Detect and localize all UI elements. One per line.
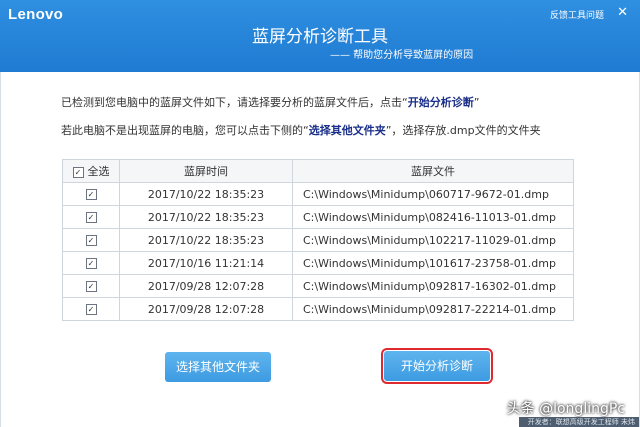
bsod-file: C:\Windows\Minidump\082416-11013-01.dmp [292,205,574,229]
table-row[interactable]: ✓ 2017/10/22 18:35:23 C:\Windows\Minidum… [62,205,574,229]
table-row[interactable]: ✓ 2017/10/22 18:35:23 C:\Windows\Minidum… [62,182,574,206]
row-checkbox[interactable]: ✓ [85,304,97,315]
table-row[interactable]: ✓ 2017/10/16 11:21:14 C:\Windows\Minidum… [62,251,574,275]
bsod-file: C:\Windows\Minidump\092817-16302-01.dmp [292,274,574,298]
row-checkbox-cell[interactable]: ✓ [62,182,120,206]
select-all-cell[interactable]: ✓ 全选 [62,159,120,183]
other-folder-hint: 选择其他文件夹 [308,124,386,137]
table-row[interactable]: ✓ 2017/09/28 12:07:28 C:\Windows\Minidum… [62,297,574,321]
bsod-file: C:\Windows\Minidump\060717-9672-01.dmp [292,182,574,206]
row-checkbox[interactable]: ✓ [85,189,97,200]
row-checkbox[interactable]: ✓ [85,281,97,292]
bsod-time: 2017/10/22 18:35:23 [119,228,293,252]
column-header-file: 蓝屏文件 [292,159,574,183]
start-analysis-hint: 开始分析诊断 [407,96,474,109]
select-other-folder-button[interactable]: 选择其他文件夹 [165,352,271,382]
bsod-file: C:\Windows\Minidump\092817-22214-01.dmp [292,297,574,321]
row-checkbox-cell[interactable]: ✓ [62,297,120,321]
select-all-label: 全选 [87,165,110,178]
bsod-time: 2017/09/28 12:07:28 [119,274,293,298]
developer-credit: 开发者：联想高级开发工程师 未炜 [527,418,635,426]
bsod-time: 2017/10/22 18:35:23 [119,182,293,206]
close-icon[interactable]: ✕ [617,5,628,20]
row-checkbox[interactable]: ✓ [85,235,97,246]
row-checkbox[interactable]: ✓ [85,212,97,223]
title-bar: Lenovo 反馈工具问题 ✕ 蓝屏分析诊断工具 —— 帮助您分析导致蓝屏的原因 [0,0,640,72]
instruction-line-1: 已检测到您电脑中的蓝屏文件如下，请选择要分析的蓝屏文件后，点击“开始分析诊断” [61,96,480,109]
instruction-line-2: 若此电脑不是出现蓝屏的电脑，您可以点击下侧的“选择其他文件夹”，选择存放.dmp… [61,124,541,137]
app-title: 蓝屏分析诊断工具 [252,27,388,47]
bsod-time: 2017/09/28 12:07:28 [119,297,293,321]
lenovo-logo: Lenovo [8,6,64,23]
column-header-time: 蓝屏时间 [119,159,293,183]
watermark: 头条 @longlingPc [506,401,625,417]
dump-file-table: ✓ 全选 蓝屏时间 蓝屏文件 ✓ 2017/10/22 18:35:23 C:\W… [62,159,574,321]
bsod-file: C:\Windows\Minidump\102217-11029-01.dmp [292,228,574,252]
feedback-link[interactable]: 反馈工具问题 [550,8,604,21]
footer-bar: 开发者：联想高级开发工程师 未炜 [519,417,639,427]
start-analysis-button[interactable]: 开始分析诊断 [381,348,493,384]
table-header-row: ✓ 全选 蓝屏时间 蓝屏文件 [62,159,574,183]
bsod-time: 2017/10/22 18:35:23 [119,205,293,229]
table-row[interactable]: ✓ 2017/09/28 12:07:28 C:\Windows\Minidum… [62,274,574,298]
row-checkbox-cell[interactable]: ✓ [62,251,120,275]
row-checkbox[interactable]: ✓ [85,258,97,269]
table-row[interactable]: ✓ 2017/10/22 18:35:23 C:\Windows\Minidum… [62,228,574,252]
bsod-time: 2017/10/16 11:21:14 [119,251,293,275]
row-checkbox-cell[interactable]: ✓ [62,205,120,229]
row-checkbox-cell[interactable]: ✓ [62,228,120,252]
select-all-checkbox[interactable]: ✓ [72,166,84,178]
bsod-file: C:\Windows\Minidump\101617-23758-01.dmp [292,251,574,275]
app-subtitle: —— 帮助您分析导致蓝屏的原因 [330,50,474,61]
main-content: 已检测到您电脑中的蓝屏文件如下，请选择要分析的蓝屏文件后，点击“开始分析诊断” … [0,72,640,427]
row-checkbox-cell[interactable]: ✓ [62,274,120,298]
